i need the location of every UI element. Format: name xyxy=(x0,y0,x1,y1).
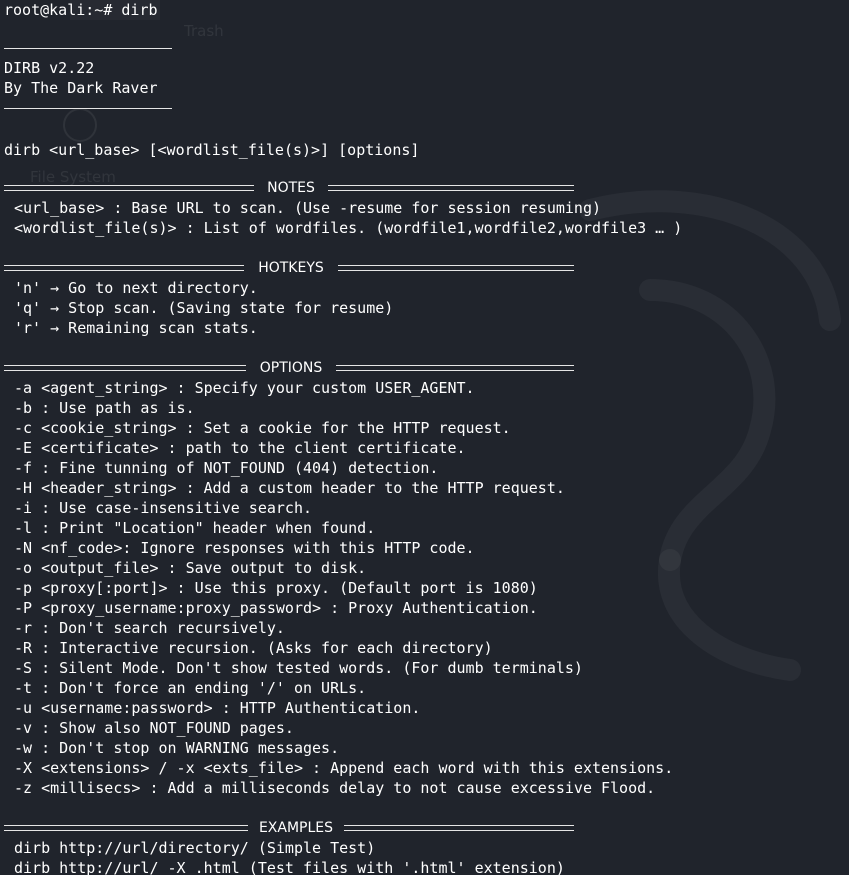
option-line: -v : Show also NOT_FOUND pages. xyxy=(14,719,294,737)
option-line: -w : Don't stop on WARNING messages. xyxy=(14,739,340,757)
hotkeys-line: 'n' → Go to next directory. xyxy=(14,279,258,297)
shell-prompt: root@kali:~# dirb xyxy=(4,1,158,19)
banner-top-rule xyxy=(4,48,172,49)
option-line: -a <agent_string> : Specify your custom … xyxy=(14,379,475,397)
option-line: -p <proxy[:port]> : Use this proxy. (Def… xyxy=(14,579,538,597)
section-header-hotkeys: HOTKEYS xyxy=(4,258,574,278)
option-line: -b : Use path as is. xyxy=(14,399,195,417)
hotkeys-line: 'r' → Remaining scan stats. xyxy=(14,319,258,337)
section-header-notes: NOTES xyxy=(4,178,574,198)
option-line: -X <extensions> / -x <exts_file> : Appen… xyxy=(14,759,674,777)
option-line: -R : Interactive recursion. (Asks for ea… xyxy=(14,639,493,657)
banner-bottom-rule xyxy=(4,108,172,109)
section-title: HOTKEYS xyxy=(258,260,324,276)
option-line: -t : Don't force an ending '/' on URLs. xyxy=(14,679,367,697)
option-line: -i : Use case-insensitive search. xyxy=(14,499,313,517)
option-line: -P <proxy_username:proxy_password> : Pro… xyxy=(14,599,538,617)
section-title: EXAMPLES xyxy=(258,820,334,836)
example-line: dirb http://url/ -X .html (Test files wi… xyxy=(14,859,565,875)
hotkeys-line: 'q' → Stop scan. (Saving state for resum… xyxy=(14,299,394,317)
option-line: -f : Fine tunning of NOT_FOUND (404) det… xyxy=(14,459,439,477)
notes-line: <wordlist_file(s)> : List of wordfiles. … xyxy=(14,219,683,237)
section-header-options: OPTIONS xyxy=(4,358,574,378)
option-line: -u <username:password> : HTTP Authentica… xyxy=(14,699,421,717)
option-line: -E <certificate> : path to the client ce… xyxy=(14,439,466,457)
option-line: -S : Silent Mode. Don't show tested word… xyxy=(14,659,583,677)
option-line: -o <output_file> : Save output to disk. xyxy=(14,559,367,577)
usage-line: dirb <url_base> [<wordlist_file(s)>] [op… xyxy=(4,141,420,159)
option-line: -N <nf_code>: Ignore responses with this… xyxy=(14,539,475,557)
terminal-output: root@kali:~# dirb DIRB v2.22 By The Dark… xyxy=(4,0,849,875)
option-line: -r : Don't search recursively. xyxy=(14,619,285,637)
section-title: NOTES xyxy=(267,180,315,196)
section-header-examples: EXAMPLES xyxy=(4,818,574,838)
option-line: -c <cookie_string> : Set a cookie for th… xyxy=(14,419,511,437)
terminal-window[interactable]: Trash File System root@kali:~# dirb DIRB… xyxy=(0,0,849,875)
notes-line: <url_base> : Base URL to scan. (Use -res… xyxy=(14,199,601,217)
banner-author: By The Dark Raver xyxy=(4,79,158,97)
option-line: -l : Print "Location" header when found. xyxy=(14,519,376,537)
option-line: -z <millisecs> : Add a milliseconds dela… xyxy=(14,779,656,797)
option-line: -H <header_string> : Add a custom header… xyxy=(14,479,565,497)
example-line: dirb http://url/directory/ (Simple Test) xyxy=(14,839,376,857)
section-title: OPTIONS xyxy=(259,360,323,376)
banner-version: DIRB v2.22 xyxy=(4,59,95,77)
